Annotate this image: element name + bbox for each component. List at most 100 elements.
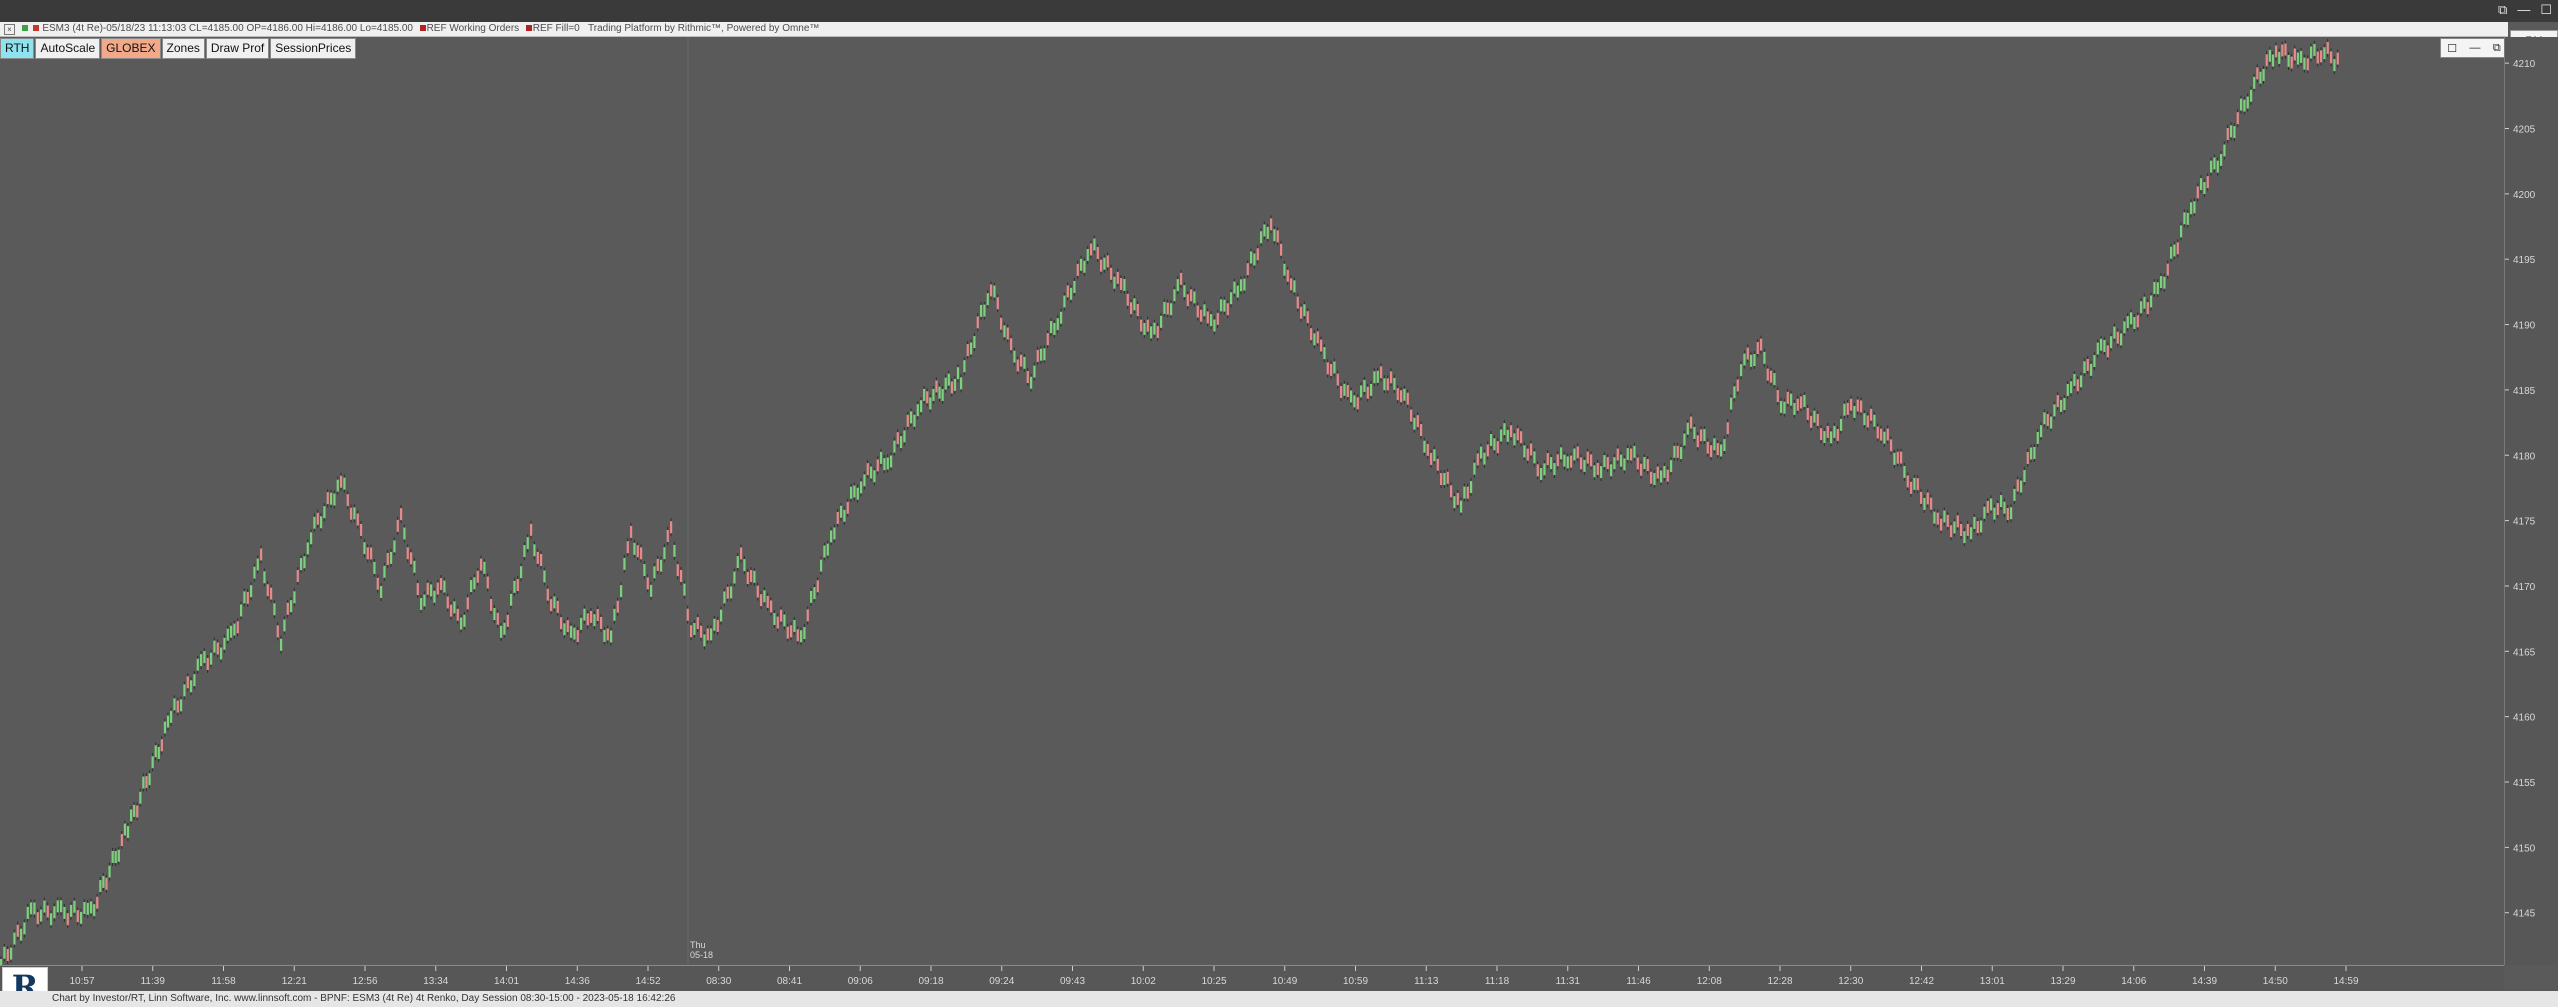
price-chart[interactable] [0, 37, 2504, 965]
renko-bar [716, 619, 719, 632]
renko-bar [23, 922, 26, 935]
renko-bar [2133, 316, 2136, 329]
renko-bar [200, 654, 203, 667]
renko-bar [1350, 390, 1353, 403]
renko-bar [2253, 76, 2256, 89]
renko-bar [1760, 338, 1763, 351]
maximize-icon[interactable]: ☐ [2540, 2, 2552, 18]
renko-bar [1376, 370, 1379, 383]
renko-bar [2090, 363, 2093, 376]
renko-bar [130, 809, 133, 822]
renko-bar [1696, 435, 1699, 448]
renko-bar [1180, 272, 1183, 285]
price-tick-label: 4165 [2513, 647, 2536, 658]
time-tick-label: 14:01 [494, 976, 519, 987]
renko-bar [2196, 186, 2199, 199]
renko-bar [1113, 276, 1116, 289]
renko-bar [1106, 255, 1109, 268]
renko-bar [873, 470, 876, 483]
renko-bar [1403, 388, 1406, 401]
renko-bar [1436, 458, 1439, 471]
renko-bar [323, 506, 326, 519]
renko-bar [1430, 452, 1433, 465]
renko-bar [1590, 454, 1593, 467]
renko-bar [2230, 125, 2233, 138]
price-axis[interactable]: 4145 4150 4155 4160 4165 4170 4175 4180 4185 4190… [2504, 37, 2558, 965]
renko-bar [243, 591, 246, 604]
renko-bar [1703, 429, 1706, 442]
renko-bar [530, 523, 533, 536]
renko-bar [773, 612, 776, 625]
renko-bar [1803, 394, 1806, 407]
renko-bar [2046, 414, 2049, 427]
time-tick-label: 13:29 [2050, 976, 2075, 987]
renko-bar [1386, 378, 1389, 391]
renko-bar [1546, 453, 1549, 466]
renko-bar [356, 513, 359, 526]
close-icon[interactable]: × [4, 24, 15, 35]
renko-bar [483, 561, 486, 574]
renko-bar [1296, 296, 1299, 309]
renko-bar [1593, 465, 1596, 478]
renko-bar [2006, 507, 2009, 520]
time-tick-label: 11:18 [1485, 976, 1510, 987]
renko-bar [706, 628, 709, 641]
price-tick-label: 4175 [2513, 517, 2536, 528]
renko-bar [633, 542, 636, 555]
renko-bar [941, 388, 944, 401]
renko-bar [1253, 253, 1256, 266]
renko-bar [766, 595, 769, 608]
renko-bar [2123, 321, 2126, 334]
renko-bar [2203, 182, 2206, 195]
renko-bar [114, 851, 117, 864]
renko-bar [656, 558, 659, 571]
renko-bar [1670, 460, 1673, 473]
renko-bar [1556, 454, 1559, 467]
renko-bar [1146, 319, 1149, 332]
renko-bar [154, 745, 157, 758]
renko-bar [33, 902, 36, 915]
renko-bar [1870, 408, 1873, 421]
renko-bar [1060, 311, 1063, 324]
renko-bar [1923, 497, 1926, 510]
renko-bar [390, 551, 393, 564]
renko-bar [1313, 333, 1316, 346]
renko-bar [320, 516, 323, 529]
renko-bar [456, 608, 459, 621]
renko-bar [2326, 41, 2329, 54]
renko-bar [1260, 231, 1263, 244]
renko-bar [1126, 293, 1129, 306]
renko-bar [363, 542, 366, 555]
renko-bar [1476, 453, 1479, 466]
renko-bar [1553, 463, 1556, 476]
renko-bar [860, 481, 863, 494]
renko-bar [1333, 361, 1336, 374]
renko-bar [973, 336, 976, 349]
renko-bar [1056, 318, 1059, 331]
renko-bar [1266, 226, 1269, 239]
renko-bar [240, 604, 243, 617]
renko-bar [673, 544, 676, 557]
time-tick-label: 14:50 [2263, 976, 2288, 987]
renko-bar [1616, 448, 1619, 461]
renko-bar [1843, 403, 1846, 416]
renko-bar [2140, 301, 2143, 314]
renko-bar [1776, 390, 1779, 403]
renko-bar [108, 865, 111, 878]
minimize-icon[interactable]: — [2517, 2, 2530, 18]
renko-bar [166, 715, 170, 728]
renko-bar [2040, 425, 2043, 438]
renko-bar [680, 569, 683, 582]
renko-bar [526, 537, 529, 550]
renko-bar [1913, 477, 1916, 490]
renko-bar [970, 342, 973, 355]
renko-bar [1793, 402, 1796, 415]
time-axis[interactable]: 10:57 11:39 11:58 12:21 12:56 13:34 14:01 14:36… [0, 965, 2504, 992]
renko-bar [1810, 415, 1813, 428]
restore-icon[interactable]: ⧉ [2498, 2, 2507, 18]
renko-bar [1233, 281, 1236, 294]
renko-bar [2200, 178, 2203, 191]
renko-bar [256, 558, 259, 571]
renko-bar [283, 619, 286, 632]
price-tick-label: 4195 [2513, 255, 2536, 266]
